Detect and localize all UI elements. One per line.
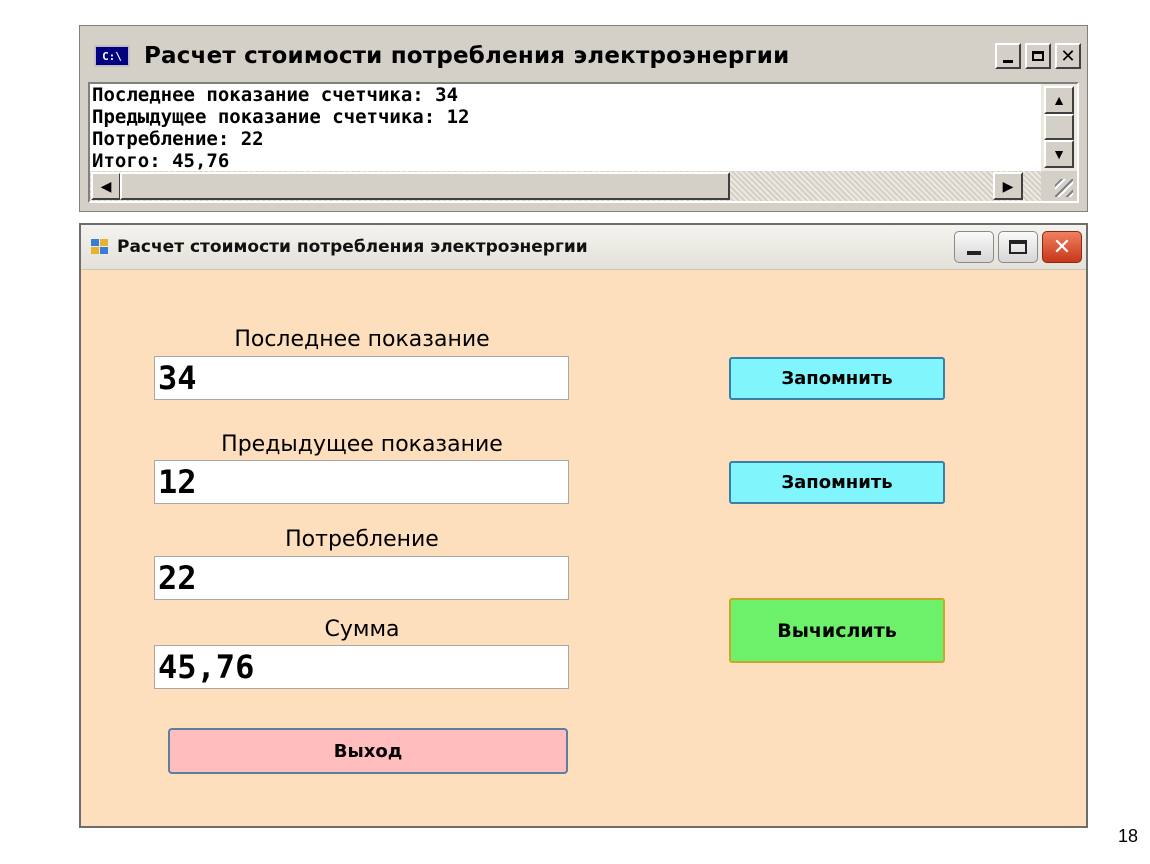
form-window: Расчет стоимости потребления электроэнер… bbox=[79, 223, 1088, 828]
scroll-right-button[interactable]: ▶ bbox=[993, 172, 1023, 200]
console-title: Расчет стоимости потребления электроэнер… bbox=[144, 43, 790, 69]
form-minimize-button[interactable] bbox=[954, 231, 994, 263]
remember-last-button[interactable]: Запомнить bbox=[729, 357, 945, 400]
form-title-bar[interactable]: Расчет стоимости потребления электроэнер… bbox=[81, 225, 1086, 270]
exit-button[interactable]: Выход bbox=[168, 728, 568, 774]
minimize-icon bbox=[1003, 59, 1013, 63]
form-maximize-button[interactable] bbox=[998, 231, 1038, 263]
maximize-button[interactable] bbox=[1025, 43, 1051, 69]
arrow-down-icon: ▼ bbox=[1052, 146, 1066, 162]
maximize-icon bbox=[1032, 51, 1044, 61]
close-icon: ✕ bbox=[1052, 234, 1072, 260]
console-line: Предыдущее показание счетчика: 12 bbox=[92, 106, 470, 128]
close-icon: ✕ bbox=[1060, 45, 1076, 67]
form-title: Расчет стоимости потребления электроэнер… bbox=[117, 237, 588, 257]
console-line: Итого: 45,76 bbox=[92, 150, 230, 172]
sum-label: Сумма bbox=[324, 617, 400, 642]
previous-reading-input[interactable] bbox=[154, 460, 569, 504]
vertical-scrollbar[interactable]: ▲ ▼ bbox=[1041, 84, 1077, 171]
consumption-label: Потребление bbox=[285, 527, 439, 552]
horizontal-scroll-thumb[interactable] bbox=[120, 172, 730, 200]
vertical-scroll-thumb[interactable] bbox=[1044, 114, 1074, 140]
arrow-right-icon: ▶ bbox=[1002, 177, 1014, 194]
scroll-left-button[interactable]: ◀ bbox=[91, 172, 121, 200]
slide-number: 18 bbox=[1117, 826, 1138, 846]
remember-previous-button[interactable]: Запомнить bbox=[729, 461, 945, 504]
last-reading-input[interactable] bbox=[154, 356, 569, 400]
consumption-input[interactable] bbox=[154, 556, 569, 600]
previous-reading-label: Предыдущее показание bbox=[221, 432, 503, 457]
minimize-button[interactable] bbox=[995, 43, 1021, 69]
app-icon bbox=[91, 239, 109, 255]
calculate-button[interactable]: Вычислить bbox=[729, 598, 945, 663]
console-line: Последнее показание счетчика: 34 bbox=[92, 84, 459, 106]
arrow-up-icon: ▲ bbox=[1052, 92, 1066, 108]
console-output: Последнее показание счетчика: 34 Предыду… bbox=[88, 82, 1079, 203]
sum-input[interactable] bbox=[154, 645, 569, 689]
close-button[interactable]: ✕ bbox=[1055, 43, 1081, 69]
scroll-up-button[interactable]: ▲ bbox=[1044, 86, 1074, 114]
console-line: Потребление: 22 bbox=[92, 128, 264, 150]
scroll-down-button[interactable]: ▼ bbox=[1044, 140, 1074, 168]
horizontal-scrollbar[interactable]: ◀ ▶ bbox=[90, 171, 1077, 201]
minimize-icon bbox=[967, 251, 981, 255]
arrow-left-icon: ◀ bbox=[100, 177, 112, 194]
last-reading-label: Последнее показание bbox=[234, 327, 490, 352]
console-icon: C:\ bbox=[94, 45, 130, 67]
maximize-icon bbox=[1009, 240, 1027, 254]
console-window: C:\ Расчет стоимости потребления электро… bbox=[79, 25, 1088, 212]
resize-grip-icon[interactable] bbox=[1041, 171, 1077, 201]
form-close-button[interactable]: ✕ bbox=[1042, 231, 1082, 263]
console-title-bar[interactable]: C:\ Расчет стоимости потребления электро… bbox=[84, 30, 1083, 82]
